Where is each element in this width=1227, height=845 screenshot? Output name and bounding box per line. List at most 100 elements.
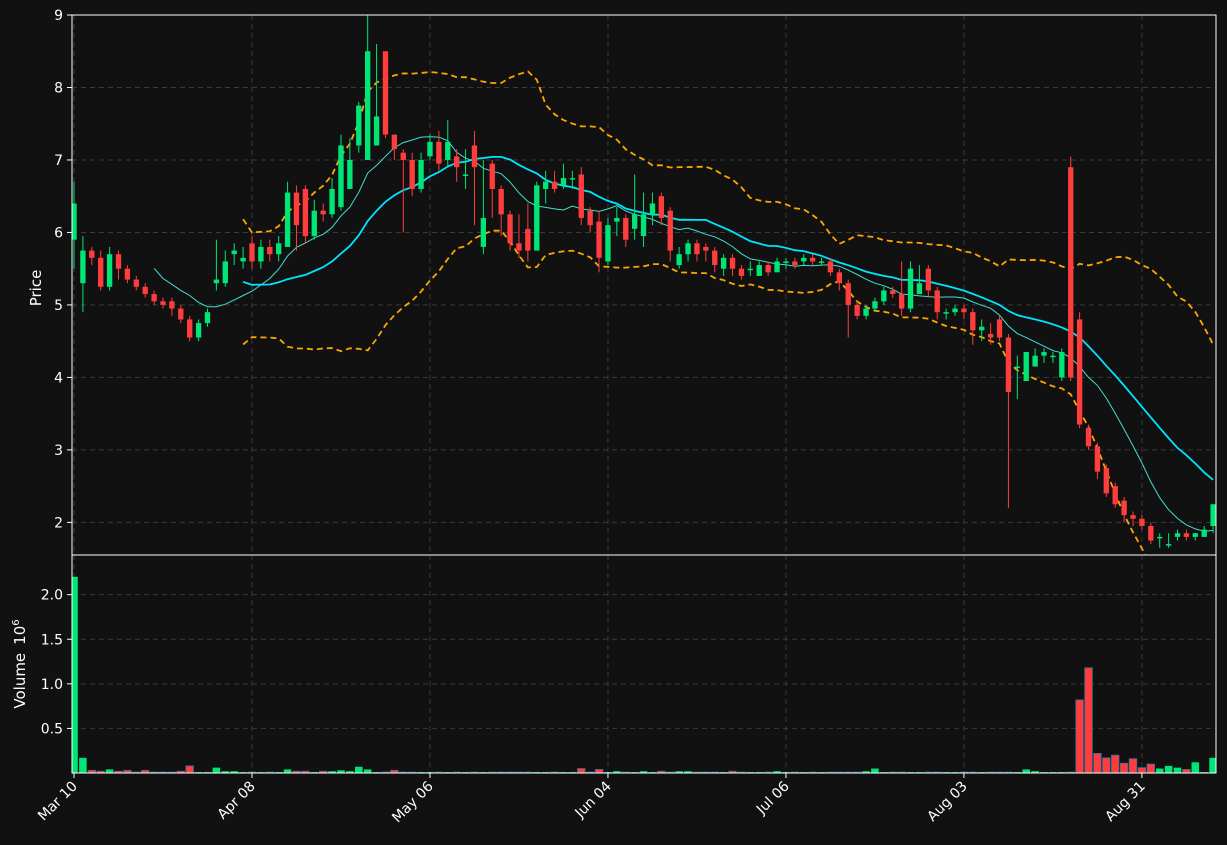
candle-body [1076,319,1083,425]
price-tick-label: 3 [54,443,63,459]
candle-body [676,254,682,266]
candle-body [347,159,353,189]
volume-tick-label: 0.5 [41,721,63,737]
candle-body [952,308,958,313]
candle-body [792,261,798,266]
volume-bar [577,768,586,773]
candle-body [1174,533,1181,537]
candle-body [151,294,157,302]
candle-body [685,243,691,255]
candle-body [907,268,914,309]
candle-body [1103,468,1109,494]
candle-body [961,308,967,313]
candle-body [498,188,504,215]
candle-body [845,283,851,305]
volume-bar [1075,699,1084,773]
candle-body [890,290,896,295]
candle-body [1059,352,1065,378]
candle-body [133,279,139,287]
volume-bar [105,769,114,773]
price-tick-label: 8 [54,80,63,96]
candle-body [1148,526,1154,541]
candle-body [89,250,95,258]
price-tick-label: 4 [54,370,63,386]
volume-bar [1102,757,1111,773]
candle-body [756,265,762,276]
candle-body [694,243,700,255]
candle-body [489,163,495,189]
volume-axis-label-text: Volume [11,653,29,709]
candle-body [222,261,228,284]
candle-body [1023,352,1029,382]
candle-body [560,178,567,186]
candle-body [712,250,718,266]
candle-body [987,333,994,338]
volume-bar [354,766,363,773]
candle-body [943,312,949,314]
candle-body [818,261,825,263]
candle-body [1210,504,1216,527]
candle-body [382,51,389,135]
candle-body [854,304,860,316]
candle-body [720,257,727,269]
volume-bar [79,757,87,773]
volume-bar [1119,762,1129,773]
candle-body [729,257,736,269]
volume-bar [1155,768,1164,773]
candle-body [169,301,175,309]
candle-body [747,268,754,271]
candle-body [872,301,878,309]
candle-body [213,279,220,284]
candle-body [462,174,469,176]
candle-body [80,250,86,284]
candle-body [195,323,202,338]
candle-body [614,217,620,222]
candle-body [649,203,656,215]
volume-bar [1173,767,1182,773]
candle-body [863,308,869,316]
volume-axis-label: Volume 106 [11,619,29,708]
candle-body [534,185,540,251]
candle-body [409,159,415,189]
volume-tick-label: 1.0 [41,677,63,693]
candle-body [774,261,780,273]
price-tick-label: 6 [54,225,63,241]
chart-background [0,0,1227,845]
candle-body [373,116,380,146]
candle-body [1130,515,1136,519]
candle-body [970,312,976,331]
candle-body [1085,428,1092,447]
volume-tick-label: 2.0 [41,588,63,604]
candle-body [391,134,398,150]
candle-body [178,308,184,320]
price-tick-label: 9 [54,8,63,24]
candle-body [542,181,549,189]
candle-body [507,214,513,244]
candle-body [605,225,611,262]
candle-body [436,141,442,164]
candle-body [106,254,113,287]
volume-bar [212,767,221,773]
candle-body [276,243,282,255]
volume-bar [1191,762,1200,773]
volume-bar [363,769,372,773]
candle-body [809,257,816,262]
candle-body [240,257,246,262]
candle-body [765,265,771,273]
candle-body [783,261,789,263]
candle-body [925,268,931,291]
volume-bar [1128,758,1138,773]
candle-body [231,250,237,255]
price-tick-label: 7 [54,153,63,169]
candle-body [338,145,344,208]
candle-body [1165,544,1172,546]
candle-body [142,286,148,295]
candle-body [1041,352,1047,356]
candle-body [525,228,531,251]
candle-body [1014,366,1020,369]
volume-bar [1111,754,1120,773]
candle-body [801,257,807,262]
candle-body [115,254,122,269]
candle-body [1183,533,1190,537]
candle-body [427,141,433,157]
